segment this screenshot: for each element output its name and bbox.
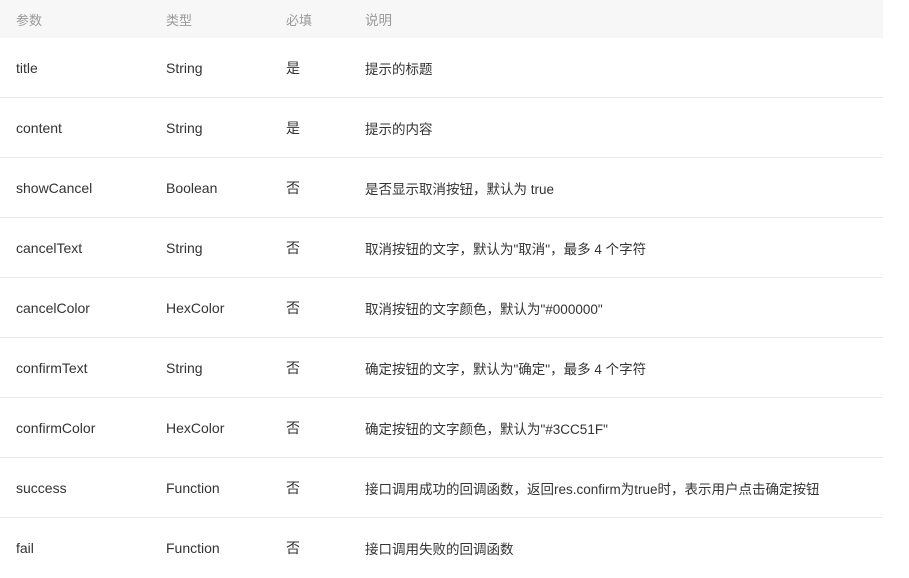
cell-required: 否 (286, 299, 300, 316)
cell-type: String (166, 359, 203, 376)
table-row: confirmText String 否 确定按钮的文字，默认为"确定"，最多 … (0, 338, 883, 398)
cell-desc: 取消按钮的文字颜色，默认为"#000000" (365, 301, 603, 317)
cell-type: HexColor (166, 419, 225, 436)
cell-desc: 提示的标题 (365, 61, 433, 77)
table-row: cancelColor HexColor 否 取消按钮的文字颜色，默认为"#00… (0, 278, 883, 338)
cell-desc: 提示的内容 (365, 121, 433, 137)
cell-required: 否 (286, 479, 300, 496)
cell-required: 否 (286, 359, 300, 376)
table-row: content String 是 提示的内容 (0, 98, 883, 158)
params-table: 参数 类型 必填 说明 title String 是 提示的标题 content… (0, 0, 883, 578)
cell-param: confirmColor (16, 419, 96, 436)
cell-desc: 是否显示取消按钮，默认为 true (365, 181, 555, 197)
table-row: confirmColor HexColor 否 确定按钮的文字颜色，默认为"#3… (0, 398, 883, 458)
cell-type: String (166, 119, 203, 136)
cell-type: Function (166, 479, 220, 496)
cell-desc: 接口调用失败的回调函数 (365, 542, 514, 557)
table-row: title String 是 提示的标题 (0, 38, 883, 98)
cell-param: cancelText (16, 239, 83, 256)
header-required: 必填 (286, 12, 313, 28)
cell-param: showCancel (16, 179, 93, 196)
header-type: 类型 (166, 12, 193, 28)
cell-desc: 接口调用成功的回调函数，返回res.confirm为true时，表示用户点击确定… (365, 481, 820, 497)
cell-param: content (16, 119, 62, 136)
table-row: cancelText String 否 取消按钮的文字，默认为"取消"，最多 4… (0, 218, 883, 278)
header-param: 参数 (16, 12, 43, 28)
table-header: 参数 类型 必填 说明 (0, 0, 883, 38)
cell-param: cancelColor (16, 299, 90, 316)
cell-desc: 确定按钮的文字，默认为"确定"，最多 4 个字符 (365, 361, 647, 377)
cell-required: 否 (286, 419, 300, 436)
cell-required: 否 (286, 239, 300, 256)
header-desc: 说明 (365, 13, 392, 28)
cell-param: success (16, 479, 67, 496)
cell-required: 是 (286, 59, 300, 76)
cell-type: Boolean (166, 179, 218, 196)
cell-type: Function (166, 540, 220, 556)
table-row: success Function 否 接口调用成功的回调函数，返回res.con… (0, 458, 883, 518)
cell-desc: 确定按钮的文字颜色，默认为"#3CC51F" (365, 421, 608, 437)
table-row: showCancel Boolean 否 是否显示取消按钮，默认为 true (0, 158, 883, 218)
cell-required: 否 (286, 179, 300, 196)
cell-required: 否 (286, 540, 300, 556)
cell-param: fail (16, 540, 34, 556)
cell-param: title (16, 59, 38, 76)
cell-param: confirmText (16, 359, 88, 376)
table-row: fail Function 否 接口调用失败的回调函数 (0, 518, 883, 578)
cell-required: 是 (286, 119, 300, 136)
cell-desc: 取消按钮的文字，默认为"取消"，最多 4 个字符 (365, 241, 647, 257)
cell-type: String (166, 59, 203, 76)
cell-type: HexColor (166, 299, 225, 316)
cell-type: String (166, 239, 203, 256)
